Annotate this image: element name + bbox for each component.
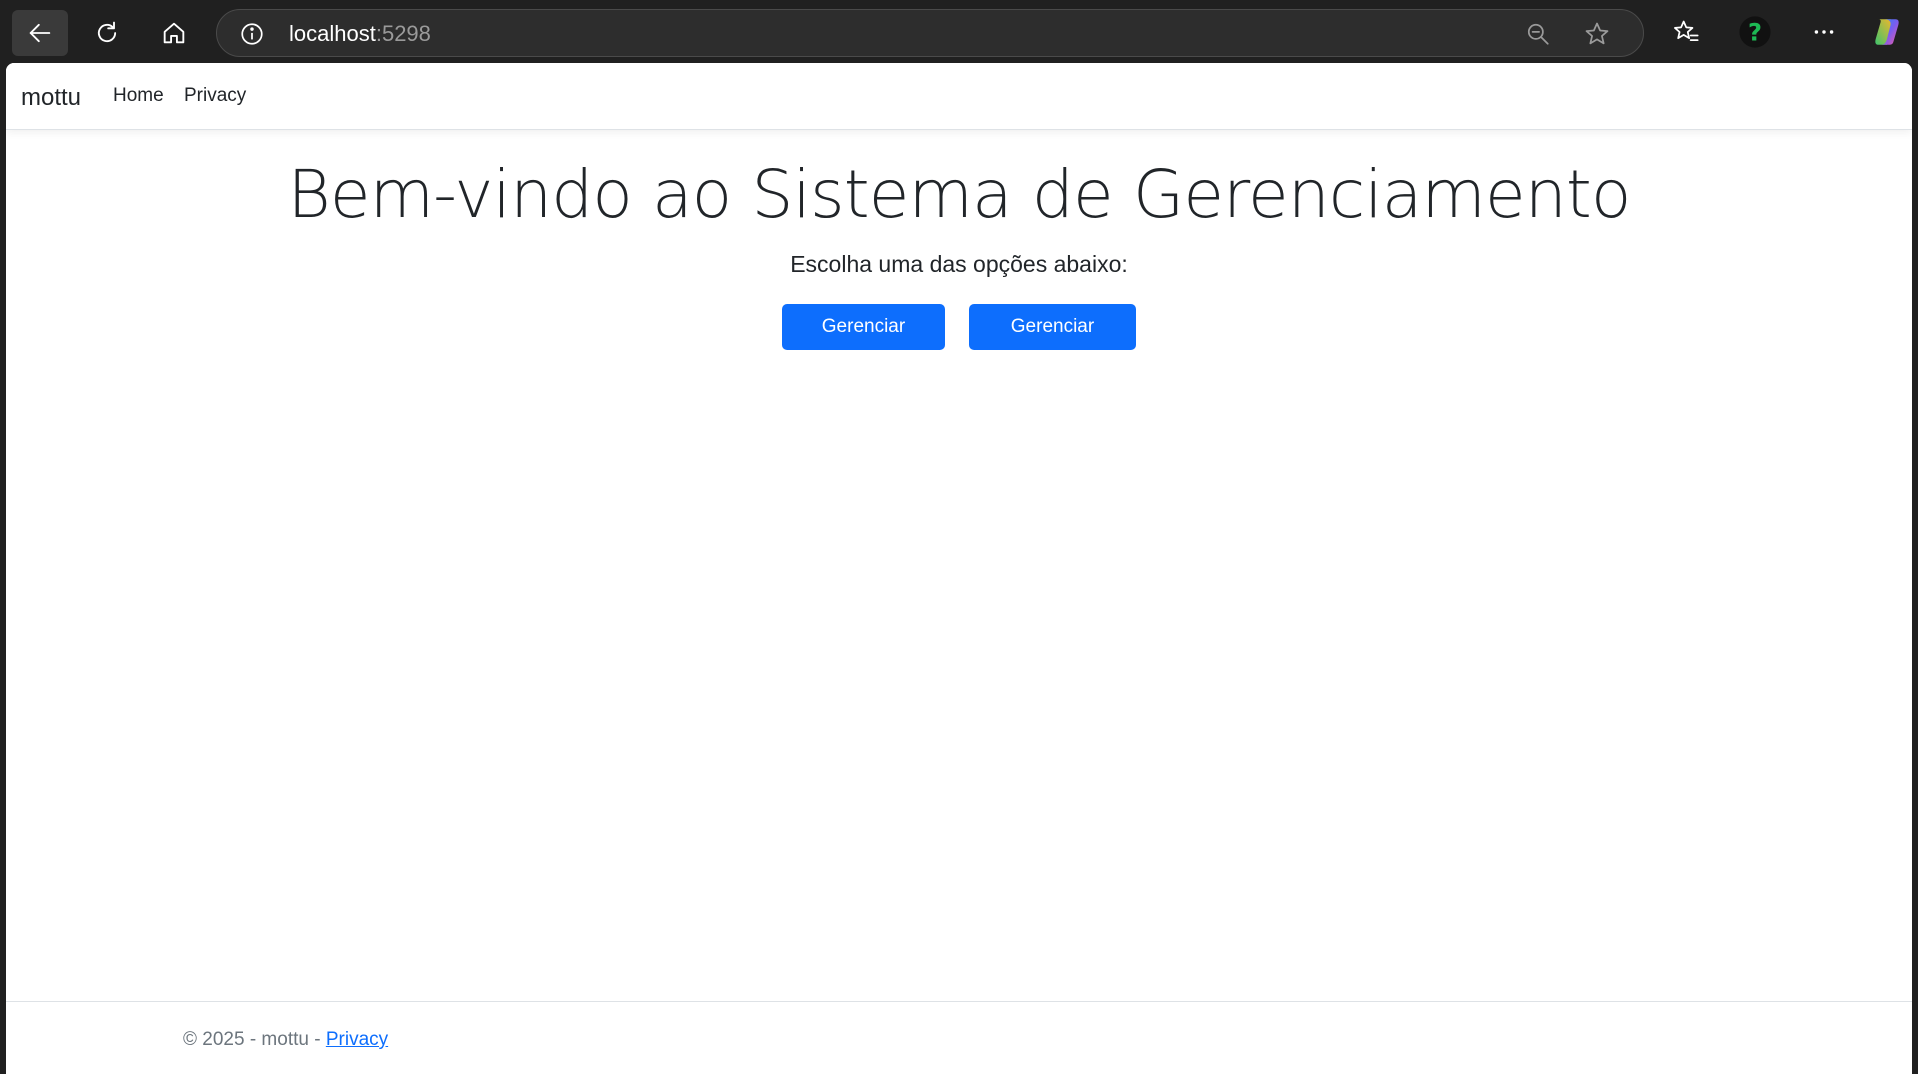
star-icon[interactable]: [1583, 20, 1611, 48]
nav-link-home[interactable]: Home: [113, 85, 164, 107]
url-text[interactable]: localhost:5298: [289, 21, 431, 47]
address-bar[interactable]: localhost:5298: [216, 9, 1644, 57]
home-icon: [163, 22, 185, 44]
arrow-left-icon: [29, 23, 51, 43]
zoom-out-icon[interactable]: [1525, 21, 1551, 47]
navbar-brand[interactable]: mottu: [21, 84, 81, 112]
page-title: Bem-vindo ao Sistema de Gerenciamento: [287, 156, 1631, 233]
svg-text:?: ?: [1748, 19, 1762, 47]
nav-link-privacy[interactable]: Privacy: [184, 85, 246, 107]
favorites-button[interactable]: [1668, 14, 1704, 50]
ellipsis-icon: [1814, 30, 1834, 34]
footer-text: © 2025 - mottu - Privacy: [183, 1029, 388, 1051]
more-options-button[interactable]: [1806, 14, 1842, 50]
home-button[interactable]: [146, 10, 202, 56]
main-content: Bem-vindo ao Sistema de Gerenciamento Es…: [6, 153, 1912, 383]
manage-branches-button[interactable]: Gerenciar Filiais: [782, 304, 945, 383]
copilot-button[interactable]: [1869, 14, 1905, 50]
manage-yards-button[interactable]: Gerenciar Pátios: [969, 304, 1136, 383]
question-icon: ?: [1739, 16, 1771, 48]
navbar: mottu Home Privacy: [6, 63, 1912, 130]
footer: © 2025 - mottu - Privacy: [6, 1001, 1912, 1074]
browser-toolbar: localhost:5298 ?: [0, 0, 1918, 63]
page-viewport: mottu Home Privacy Bem-vindo ao Sistema …: [6, 63, 1912, 1074]
info-icon[interactable]: [239, 21, 265, 47]
help-extension-button[interactable]: ?: [1737, 14, 1773, 50]
reload-icon: [97, 21, 117, 43]
copilot-icon: [1875, 19, 1899, 45]
page-subtitle: Escolha uma das opções abaixo:: [790, 251, 1128, 277]
back-button[interactable]: [12, 10, 68, 56]
favorites-icon: [1674, 20, 1699, 42]
footer-copyright: © 2025 - mottu -: [183, 1029, 326, 1050]
footer-privacy-link[interactable]: Privacy: [326, 1029, 388, 1050]
reload-button[interactable]: [79, 10, 135, 56]
action-buttons: Gerenciar Filiais Gerenciar Pátios: [6, 304, 1912, 383]
url-host: localhost: [289, 21, 376, 46]
url-port: :5298: [375, 21, 431, 46]
